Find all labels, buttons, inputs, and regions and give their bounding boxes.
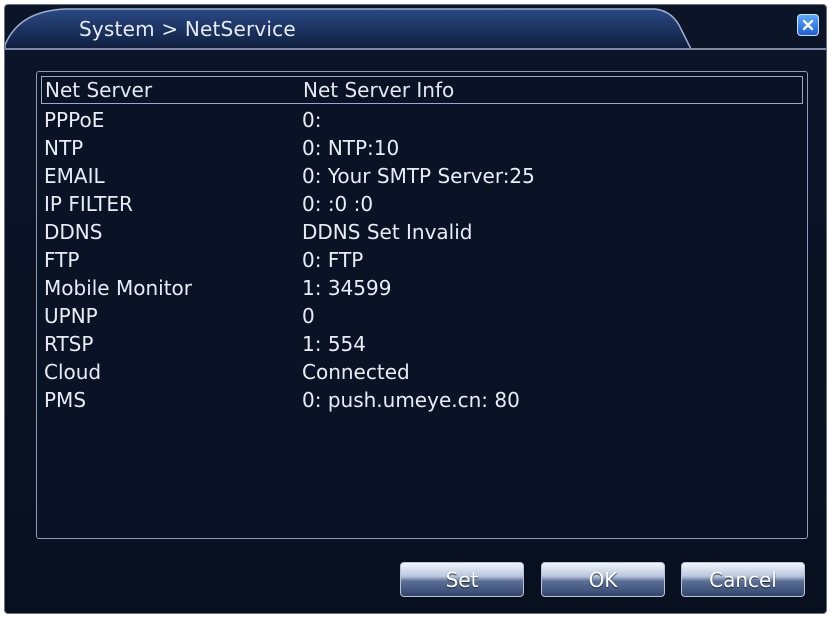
row-server: UPNP [44, 304, 98, 328]
row-info: DDNS Set Invalid [302, 220, 473, 244]
row-info: Connected [302, 360, 410, 384]
table-row[interactable]: NTP 0: NTP:10 [41, 134, 803, 162]
row-server: RTSP [44, 332, 94, 356]
row-info: 0 [302, 304, 315, 328]
row-server: NTP [44, 136, 84, 160]
table-row[interactable]: EMAIL 0: Your SMTP Server:25 [41, 162, 803, 190]
row-info: 0: NTP:10 [302, 136, 400, 160]
list-header: Net Server Net Server Info [41, 76, 803, 104]
table-row[interactable]: IP FILTER 0: :0 :0 [41, 190, 803, 218]
table-row[interactable]: Mobile Monitor 1: 34599 [41, 274, 803, 302]
table-row[interactable]: PMS 0: push.umeye.cn: 80 [41, 386, 803, 414]
row-info: 1: 34599 [302, 276, 392, 300]
row-info: 1: 554 [302, 332, 366, 356]
net-service-list: Net Server Net Server Info PPPoE 0: NTP … [36, 71, 808, 539]
table-row[interactable]: Cloud Connected [41, 358, 803, 386]
row-server: PMS [44, 388, 87, 412]
row-server: IP FILTER [44, 192, 133, 216]
row-server: FTP [44, 248, 80, 272]
row-info: 0: [302, 108, 322, 132]
close-button[interactable] [797, 14, 819, 36]
window-title: System > NetService [79, 17, 296, 41]
row-info: 0: Your SMTP Server:25 [302, 164, 535, 188]
table-row[interactable]: FTP 0: FTP [41, 246, 803, 274]
table-row[interactable]: UPNP 0 [41, 302, 803, 330]
row-info: 0: push.umeye.cn: 80 [302, 388, 520, 412]
set-button[interactable]: Set [400, 562, 524, 597]
row-info: 0: FTP [302, 248, 364, 272]
row-server: EMAIL [44, 164, 105, 188]
ok-button[interactable]: OK [541, 562, 665, 597]
title-divider [5, 48, 826, 50]
row-server: Cloud [44, 360, 102, 384]
row-server: Mobile Monitor [44, 276, 192, 300]
row-server: DDNS [44, 220, 103, 244]
header-net-server: Net Server [45, 78, 153, 102]
list-rows: PPPoE 0: NTP 0: NTP:10 EMAIL 0: Your SMT… [41, 106, 803, 414]
table-row[interactable]: DDNS DDNS Set Invalid [41, 218, 803, 246]
header-net-server-info: Net Server Info [303, 78, 455, 102]
cancel-button[interactable]: Cancel [681, 562, 805, 597]
row-server: PPPoE [44, 108, 105, 132]
close-icon [802, 19, 814, 31]
netservice-dialog: System > NetService Net Server Net Serve… [4, 4, 827, 614]
table-row[interactable]: PPPoE 0: [41, 106, 803, 134]
row-info: 0: :0 :0 [302, 192, 374, 216]
table-row[interactable]: RTSP 1: 554 [41, 330, 803, 358]
title-tab: System > NetService [5, 5, 695, 49]
